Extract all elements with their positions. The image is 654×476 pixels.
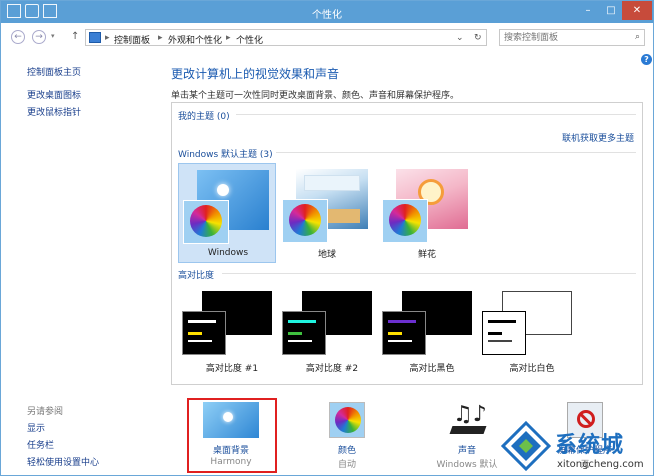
breadcrumb-control-panel[interactable]: 控制面板 — [114, 33, 150, 46]
refresh-icon[interactable]: ↻ — [474, 33, 482, 43]
theme-label: 高对比白色 — [509, 364, 555, 374]
sound-icon: ♫♪ — [449, 402, 487, 438]
maximize-button[interactable]: □ — [600, 1, 622, 20]
breadcrumb-arrow-icon: ▸ — [226, 33, 231, 43]
watermark-brand: 系统城 — [555, 433, 625, 458]
theme-high-contrast-white[interactable]: 高对比白色 — [482, 291, 582, 381]
color-button[interactable]: 颜色 自动 — [297, 400, 397, 472]
search-input[interactable] — [500, 30, 620, 45]
color-fan-icon — [183, 200, 229, 244]
theme-high-contrast-1[interactable]: 高对比度 #1 — [182, 291, 282, 381]
theme-high-contrast-2[interactable]: 高对比度 #2 — [282, 291, 382, 381]
see-also-heading: 另请参阅 — [27, 407, 64, 417]
color-fan-icon — [382, 199, 428, 243]
bottom-label: 颜色 — [337, 446, 356, 456]
theme-high-contrast-black[interactable]: 高对比黑色 — [382, 291, 482, 381]
minimize-button[interactable]: – — [577, 1, 599, 20]
see-also-ease-of-access[interactable]: 轻松使用设置中心 — [27, 455, 99, 468]
see-also-display[interactable]: 显示 — [27, 421, 45, 434]
up-button[interactable]: ↑ — [71, 31, 79, 42]
personalization-window: 个性化 – □ ✕ ← → ▾ ↑ ▸ 控制面板 ▸ 外观和个性化 ▸ 个性化 … — [0, 0, 654, 476]
history-dropdown-icon[interactable]: ⌄ — [456, 33, 464, 43]
high-contrast-heading: 高对比度 — [178, 271, 215, 281]
breadcrumb-arrow-icon: ▸ — [158, 33, 163, 43]
breadcrumb-appearance[interactable]: 外观和个性化 — [168, 33, 222, 46]
divider — [276, 152, 636, 153]
address-bar-row: ← → ▾ ↑ ▸ 控制面板 ▸ 外观和个性化 ▸ 个性化 ⌄ ↻ ⌕ — [1, 25, 653, 49]
search-icon[interactable]: ⌕ — [635, 32, 640, 42]
back-button[interactable]: ← — [11, 30, 25, 44]
close-button[interactable]: ✕ — [622, 1, 652, 20]
theme-list[interactable]: 我的主题 (0) 联机获取更多主题 Windows 默认主题 (3) Windo… — [171, 102, 643, 385]
my-themes-heading: 我的主题 (0) — [178, 112, 230, 122]
sidebar-link-desktop-icons[interactable]: 更改桌面图标 — [27, 88, 81, 101]
theme-label: 地球 — [317, 250, 336, 260]
search-box[interactable]: ⌕ — [499, 29, 645, 46]
sidebar-link-mouse-pointers[interactable]: 更改鼠标指针 — [27, 105, 81, 118]
theme-windows[interactable]: Windows — [178, 163, 276, 263]
watermark: 系统城 xitongcheng.com — [501, 419, 654, 476]
selection-highlight — [187, 398, 277, 473]
color-icon — [329, 402, 365, 438]
see-also-taskbar[interactable]: 任务栏 — [27, 438, 54, 451]
divider — [236, 114, 636, 115]
theme-label: 高对比黑色 — [409, 364, 455, 374]
windows-default-heading: Windows 默认主题 (3) — [178, 150, 273, 160]
bottom-value: 自动 — [337, 460, 356, 470]
get-more-themes-link[interactable]: 联机获取更多主题 — [562, 131, 634, 144]
page-description: 单击某个主题可一次性同时更改桌面背景、颜色、声音和屏幕保护程序。 — [171, 91, 460, 101]
breadcrumb-arrow-icon: ▸ — [105, 33, 110, 43]
theme-label: Windows — [207, 248, 249, 258]
forward-button[interactable]: → — [32, 30, 46, 44]
theme-flowers[interactable]: 鲜花 — [378, 163, 476, 263]
divider — [222, 273, 636, 274]
help-icon[interactable]: ? — [641, 54, 652, 65]
recent-pages-icon[interactable]: ▾ — [51, 32, 55, 40]
sidebar-link-control-panel-home[interactable]: 控制面板主页 — [27, 65, 81, 78]
theme-label: 高对比度 #1 — [205, 364, 259, 374]
theme-label: 鲜花 — [417, 250, 436, 260]
theme-label: 高对比度 #2 — [305, 364, 359, 374]
control-panel-icon — [89, 32, 101, 43]
watermark-logo-icon — [501, 421, 551, 471]
breadcrumb-personalization[interactable]: 个性化 — [236, 33, 263, 46]
window-title: 个性化 — [312, 10, 342, 21]
color-fan-icon — [282, 199, 328, 243]
address-input[interactable]: ▸ 控制面板 ▸ 外观和个性化 ▸ 个性化 ⌄ ↻ — [85, 29, 487, 46]
page-title: 更改计算机上的视觉效果和声音 — [171, 67, 340, 81]
watermark-domain: xitongcheng.com — [557, 459, 644, 470]
theme-earth[interactable]: 地球 — [278, 163, 376, 263]
title-bar[interactable]: 个性化 – □ ✕ — [1, 1, 653, 23]
